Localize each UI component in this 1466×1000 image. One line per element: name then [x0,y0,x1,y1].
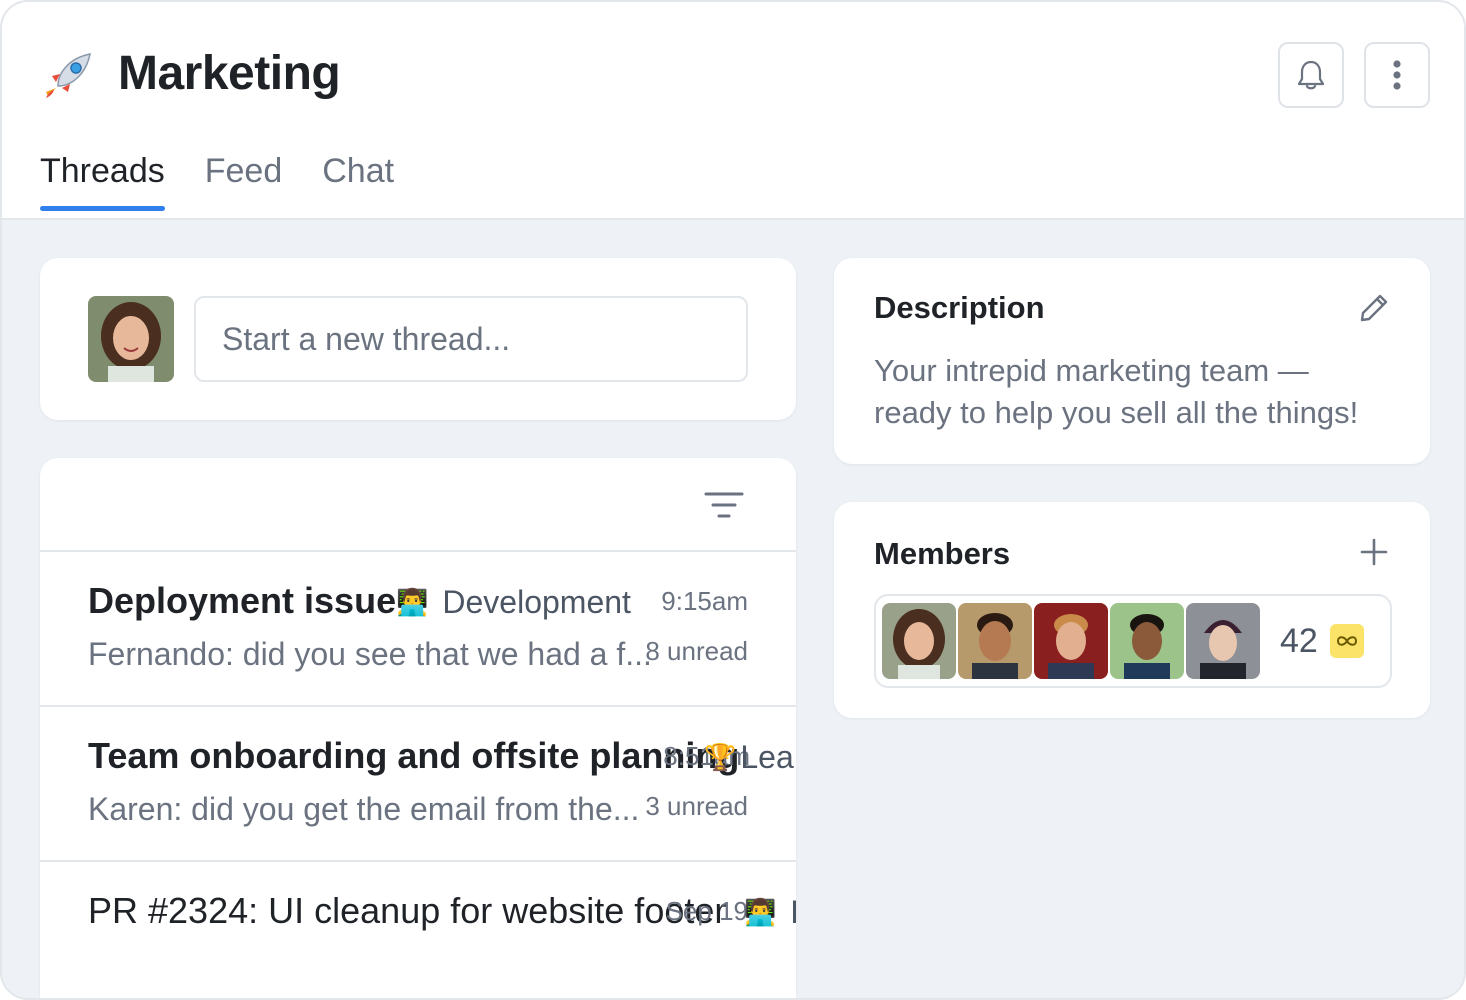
add-member-button[interactable] [1358,536,1390,568]
rocket-icon [42,48,96,102]
tab-threads[interactable]: Threads [40,152,165,211]
description-text: Your intrepid marketing team — ready to … [874,353,1359,430]
new-thread-input[interactable]: Start a new thread... [194,296,748,382]
user-avatar [88,296,174,382]
thread-channel-label: D [790,894,796,931]
pencil-icon [1360,294,1388,322]
member-avatar [882,603,956,679]
tab-chat[interactable]: Chat [322,152,394,211]
thread-channel-label: Development [442,584,631,620]
description-heading: Description [874,290,1045,325]
member-avatar [958,603,1032,679]
thread-row[interactable]: Team onboarding and offsite planning 8:5… [40,707,796,862]
page-title: Marketing [118,47,341,100]
filter-button[interactable] [700,486,748,524]
thread-row[interactable]: PR #2324: UI cleanup for website footer … [40,862,796,998]
plus-icon [1360,538,1388,566]
member-avatar [1110,603,1184,679]
bell-icon [1297,60,1325,90]
tab-bar: Threads Feed Chat [40,152,394,211]
more-options-button[interactable] [1364,42,1430,108]
thread-list: Deployment issue 👨‍💻 Development 9:15am … [40,458,796,998]
thread-channel: 👨‍💻 D [744,894,796,931]
thread-time: Sep 19 [665,896,748,926]
notifications-button[interactable] [1278,42,1344,108]
members-card: Members 42 [834,502,1430,718]
thread-channel: 🏆 Lea [704,739,794,776]
thread-row[interactable]: Deployment issue 👨‍💻 Development 9:15am … [40,552,796,707]
members-heading: Members [874,536,1011,571]
member-avatars[interactable]: 42 [874,594,1392,688]
header: Marketing Threads Feed Chat [2,2,1464,220]
thread-unread-count: 8 unread [645,636,748,666]
filter-icon [704,492,744,518]
infinity-badge-icon [1329,624,1364,658]
thread-preview: Fernando: did you see that we had a f... [88,636,652,672]
developer-icon: 👨‍💻 [396,587,429,617]
member-avatar [1186,603,1260,679]
thread-title: PR #2324: UI cleanup for website footer [88,890,727,931]
new-thread-composer: Start a new thread... [40,258,796,420]
more-vertical-icon [1393,60,1401,90]
thread-channel: 👨‍💻 Development [396,584,631,621]
tab-feed[interactable]: Feed [205,152,283,211]
trophy-icon: 🏆 [704,742,737,772]
thread-time: 9:15am [661,586,748,616]
member-avatar [1034,603,1108,679]
developer-icon: 👨‍💻 [744,897,777,927]
description-card: Description Your intrepid marketing team… [834,258,1430,464]
thread-channel-label: Lea [740,739,794,775]
member-count: 42 [1280,621,1318,660]
app-window: Marketing Threads Feed Chat Start a new … [0,0,1466,1000]
thread-preview: Karen: did you get the email from the... [88,791,640,827]
thread-title: Deployment issue [88,580,397,621]
edit-description-button[interactable] [1358,292,1390,324]
thread-unread-count: 3 unread [645,791,748,821]
thread-title: Team onboarding and offsite planning [88,735,740,776]
